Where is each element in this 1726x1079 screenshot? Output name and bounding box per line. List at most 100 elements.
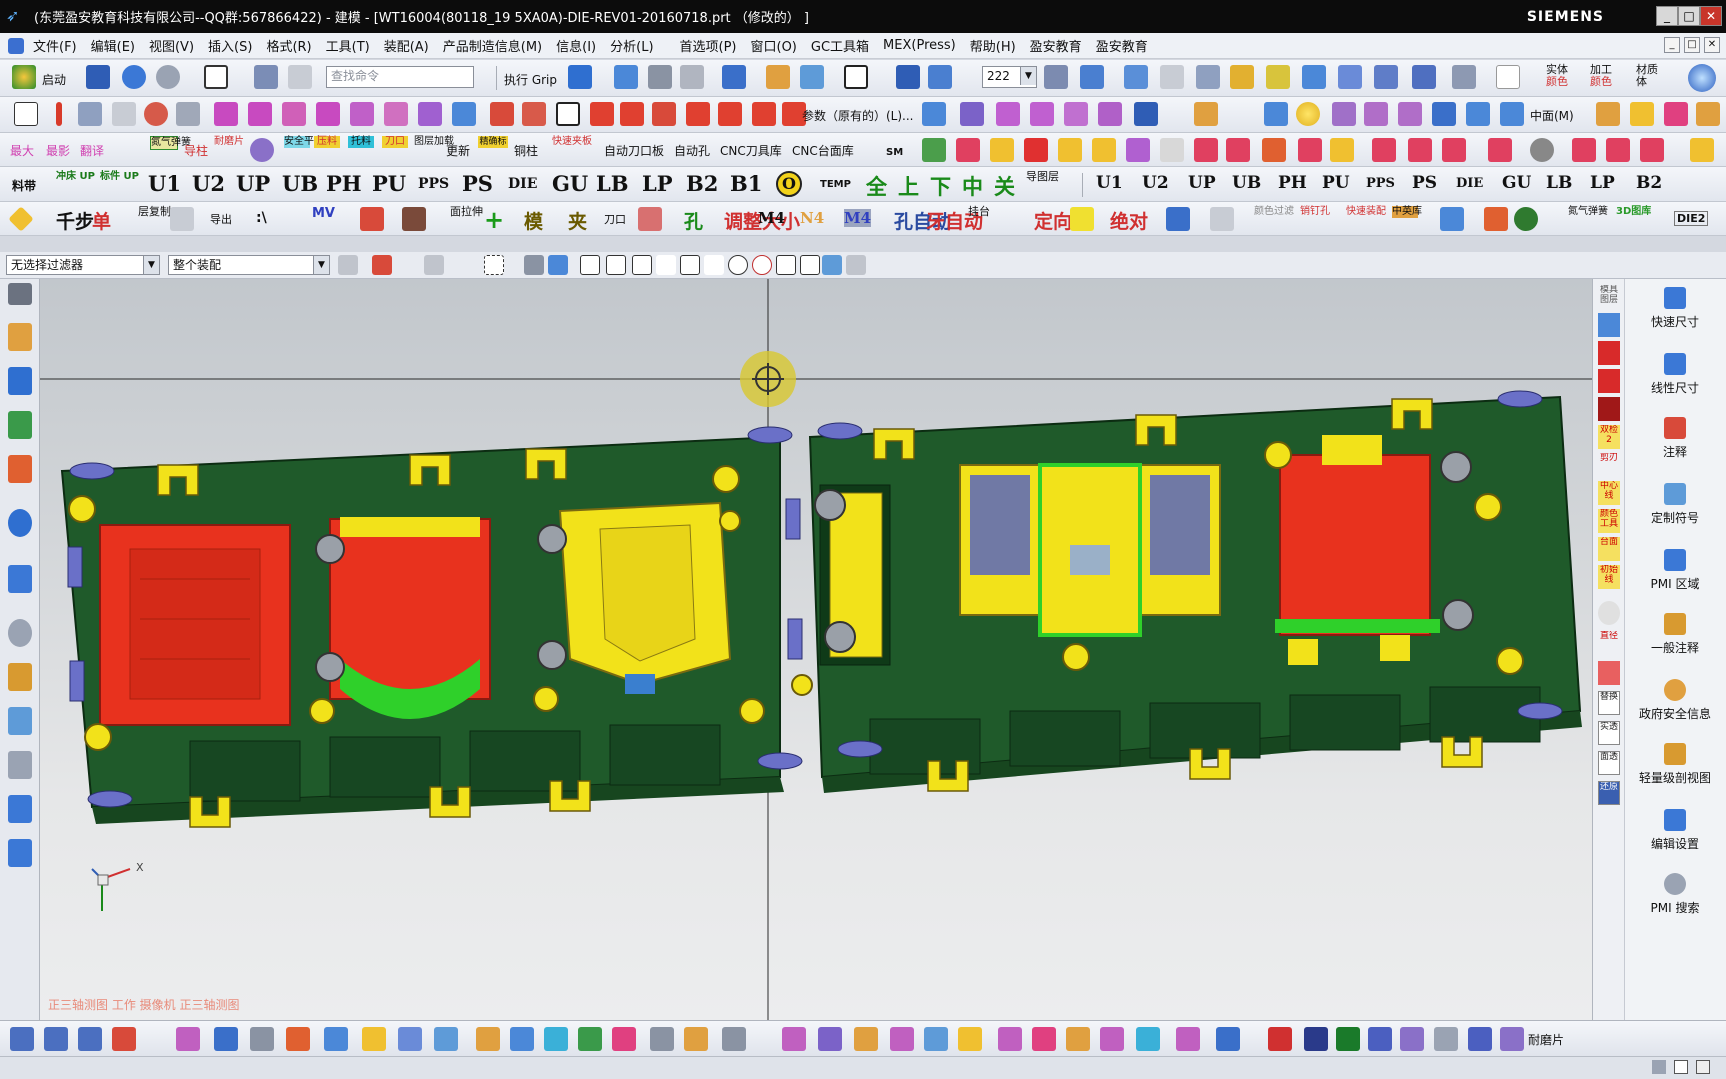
section-icon[interactable] <box>250 1027 274 1051</box>
book-icon[interactable] <box>990 138 1014 162</box>
orient-button[interactable]: 定向 <box>1034 207 1072 234</box>
pink-box-icon[interactable] <box>1194 138 1218 162</box>
body-icon[interactable] <box>548 255 568 275</box>
type-filter-select[interactable]: 无选择过滤器 ▼ <box>6 255 160 275</box>
spring-icon[interactable] <box>1500 1027 1524 1051</box>
snap-intersect-icon[interactable] <box>680 255 700 275</box>
government-security-button[interactable]: 政府安全信息 <box>1625 679 1725 722</box>
mesh-tool-icon[interactable] <box>578 1027 602 1051</box>
auto-edge-plate-label[interactable]: 自动刀口板 <box>604 142 664 159</box>
die-model-view[interactable]: X 正三轴测图 工作 摄像机 正三轴测图 <box>40 279 1592 1020</box>
point-icon[interactable] <box>1160 65 1184 89</box>
pillar-icon[interactable] <box>1434 1027 1458 1051</box>
transform-icon[interactable] <box>1230 65 1254 89</box>
sketch-icon[interactable] <box>14 102 38 126</box>
strip-solid-transparent[interactable]: 实透 <box>1598 721 1620 745</box>
wcs-icon[interactable] <box>1124 65 1148 89</box>
cnc-tool-library-label[interactable]: CNC刀具库 <box>720 142 782 159</box>
sticky-icon[interactable] <box>1070 207 1094 231</box>
minimize-button[interactable]: _ <box>1656 6 1678 26</box>
assembly-icon[interactable] <box>648 65 672 89</box>
cnc-table-library-label[interactable]: CNC台面库 <box>792 142 854 159</box>
strip-color-tool[interactable]: 颜色工具 <box>1598 509 1620 533</box>
undo-icon[interactable] <box>122 65 146 89</box>
custom-symbol-button[interactable]: 定制符号 <box>1625 483 1725 526</box>
pmi-search-button[interactable]: PMI 搜索 <box>1625 873 1725 916</box>
lifting-ring-icon[interactable] <box>250 138 274 162</box>
pink-gear2-icon[interactable] <box>1640 138 1664 162</box>
solid-color-icon[interactable] <box>1496 65 1520 89</box>
show-icon[interactable] <box>1374 65 1398 89</box>
strip-shear[interactable]: 剪刃 <box>1598 453 1620 477</box>
strip-disc-icon[interactable] <box>1598 601 1620 625</box>
roles-icon[interactable] <box>8 751 32 779</box>
copper-pillar-label[interactable]: 铜柱 <box>514 142 538 159</box>
view-frame-icon[interactable] <box>844 65 868 89</box>
layer-select[interactable]: 222 ▼ <box>982 66 1037 88</box>
lb-move-button[interactable]: LB <box>1546 173 1572 193</box>
update-label[interactable]: 更新 <box>446 142 470 159</box>
n4-button[interactable]: N4 <box>800 209 824 227</box>
guide-layer-label[interactable]: 导图层 <box>1026 171 1059 183</box>
load-layer-label[interactable]: 图层加载 <box>414 136 454 148</box>
ub-button[interactable]: UB <box>282 171 318 196</box>
up-button[interactable]: UP <box>236 171 270 196</box>
hole-button[interactable]: 孔 <box>684 207 703 234</box>
strip-restore[interactable]: 还原 <box>1598 781 1620 805</box>
deviation-icon[interactable] <box>324 1027 348 1051</box>
b1-button[interactable]: B1 <box>730 171 762 196</box>
t-block-icon[interactable] <box>1304 1027 1328 1051</box>
through-curves-icon[interactable] <box>1064 102 1088 126</box>
ph-move-button[interactable]: PH <box>1278 173 1307 193</box>
scope-select[interactable]: 整个装配 ▼ <box>168 255 330 275</box>
link-icon[interactable] <box>1210 207 1234 231</box>
books-icon[interactable] <box>510 1027 534 1051</box>
component-icon[interactable] <box>524 255 544 275</box>
menu-help[interactable]: 帮助(H) <box>963 36 1023 55</box>
menu-insert[interactable]: 插入(S) <box>201 36 259 55</box>
orange-curve-icon[interactable] <box>854 1027 878 1051</box>
close-button[interactable]: ✕ <box>1700 6 1722 26</box>
red-block-icon[interactable] <box>638 207 662 231</box>
lb-button[interactable]: LB <box>596 171 629 196</box>
sm-label[interactable]: SM <box>886 147 903 158</box>
blank-icon[interactable] <box>1338 65 1362 89</box>
rotate-icon[interactable] <box>928 65 952 89</box>
snap-center-icon[interactable] <box>728 255 748 275</box>
snap-face-icon[interactable] <box>822 255 842 275</box>
snap-perp-icon[interactable] <box>704 255 724 275</box>
menu-edit[interactable]: 编辑(E) <box>84 36 142 55</box>
paint-icon[interactable] <box>1630 102 1654 126</box>
extract-curve-icon[interactable] <box>384 102 408 126</box>
b2-move-button[interactable]: B2 <box>1636 173 1662 193</box>
pin-icon[interactable] <box>360 207 384 231</box>
max-label[interactable]: 最大 <box>10 142 34 159</box>
absolute-button[interactable]: 绝对 <box>1110 207 1148 234</box>
snap-quadrant-icon[interactable] <box>752 255 772 275</box>
close-all-button[interactable]: 关 <box>994 171 1015 201</box>
blue-cluster-icon[interactable] <box>1368 1027 1392 1051</box>
menu-format[interactable]: 格式(R) <box>259 36 318 55</box>
standard-up-label[interactable]: 标件 UP <box>100 170 139 183</box>
red-box-icon[interactable] <box>1024 138 1048 162</box>
menu-assembly[interactable]: 装配(A) <box>377 36 436 55</box>
yellow-ring-icon[interactable] <box>1330 138 1354 162</box>
graphics-window[interactable]: X 正三轴测图 工作 摄像机 正三轴测图 <box>40 279 1592 1020</box>
key-icon[interactable] <box>1268 1027 1292 1051</box>
rect-select-icon[interactable] <box>484 255 504 275</box>
start-icon[interactable] <box>12 65 36 89</box>
copy-sheet-icon[interactable] <box>1066 1027 1090 1051</box>
save-icon[interactable] <box>86 65 110 89</box>
snap-existing-icon[interactable] <box>776 255 796 275</box>
ribbon-icon[interactable] <box>544 1027 568 1051</box>
strip-grid-icon[interactable] <box>1598 313 1620 337</box>
gear-icon[interactable] <box>8 283 32 305</box>
pmi-region-button[interactable]: PMI 区域 <box>1625 549 1725 592</box>
quick-assembly-label[interactable]: 快速装配 <box>1346 206 1386 218</box>
mold-part-icon[interactable] <box>922 138 946 162</box>
maximize-button[interactable]: □ <box>1678 6 1700 26</box>
translate-label[interactable]: 翻译 <box>80 142 104 159</box>
strip-double-check[interactable]: 双检 2 <box>1598 425 1620 449</box>
select-feature-icon[interactable] <box>424 255 444 275</box>
select-all-icon[interactable] <box>372 255 392 275</box>
